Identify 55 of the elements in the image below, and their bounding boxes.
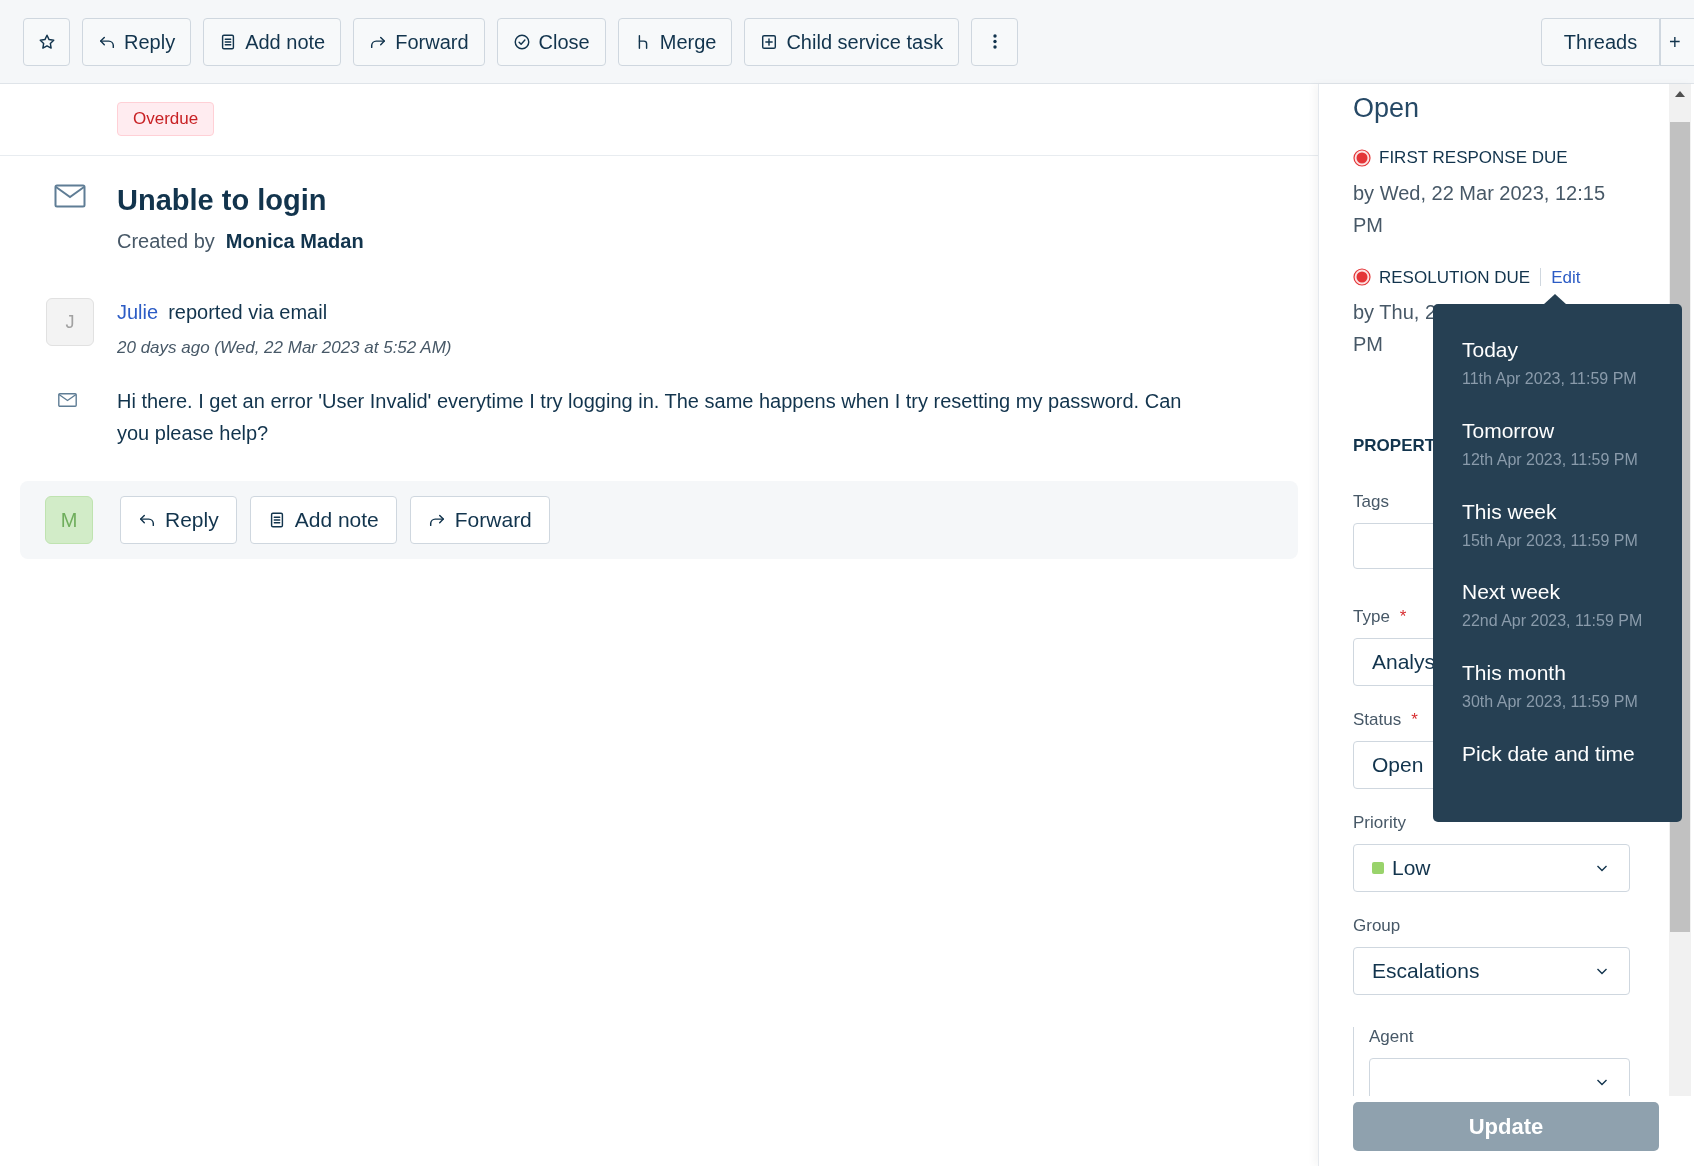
created-by-label: Created by bbox=[117, 229, 215, 254]
menu-item[interactable]: Pick date and time bbox=[1462, 741, 1682, 822]
toolbar-button[interactable]: Forward bbox=[353, 17, 485, 66]
toolbar-button[interactable]: Add note bbox=[249, 495, 397, 544]
mail-icon bbox=[58, 392, 77, 407]
mail-icon bbox=[54, 184, 86, 208]
avatar: M bbox=[45, 495, 93, 544]
due-date-text: PM bbox=[1353, 332, 1383, 357]
section-heading: PROPERT bbox=[1353, 436, 1436, 456]
menu-item[interactable]: Next week 22nd Apr 2023, 11:59 PM bbox=[1462, 579, 1682, 661]
toolbar-button[interactable]: Reply bbox=[82, 17, 192, 66]
overdue-dot-icon bbox=[1353, 148, 1371, 167]
toolbar-button[interactable]: Add note bbox=[203, 17, 342, 66]
message-body: Hi there. I get an error 'User Invalid' everytime I try logging in. The same happens when I try resetting my password. Can you please help? bbox=[117, 388, 1183, 446]
edit-link[interactable]: Edit bbox=[1551, 264, 1581, 290]
star-button[interactable] bbox=[23, 17, 70, 66]
menu-item[interactable]: This month 30th Apr 2023, 11:59 PM bbox=[1462, 660, 1682, 742]
more-icon bbox=[992, 34, 997, 49]
toolbar-button[interactable]: Reply bbox=[120, 495, 237, 544]
toolbar-button[interactable]: Forward bbox=[409, 495, 550, 544]
due-date-text: PM bbox=[1353, 212, 1383, 238]
field-label: Group bbox=[1353, 916, 1401, 936]
field-label: Agent bbox=[1369, 1027, 1414, 1047]
required-mark: * bbox=[1411, 710, 1418, 730]
check-circle-icon bbox=[512, 32, 531, 51]
field-label: Tags bbox=[1353, 492, 1389, 512]
required-mark: * bbox=[1399, 607, 1407, 627]
toolbar-button[interactable]: Child service task bbox=[744, 17, 960, 66]
reported-via-text: reported via email bbox=[168, 300, 328, 325]
sla-label: RESOLUTION DUE bbox=[1379, 266, 1531, 289]
plus-square-icon bbox=[760, 32, 779, 51]
menu-item[interactable]: Tomorrow 12th Apr 2023, 11:59 PM bbox=[1462, 417, 1682, 499]
menu-item[interactable]: Today 11th Apr 2023, 11:59 PM bbox=[1462, 337, 1682, 418]
field-label: Type bbox=[1353, 607, 1390, 627]
due-date-text: by Wed, 22 Mar 2023, 12:15 bbox=[1353, 180, 1605, 206]
field-label: Status bbox=[1353, 710, 1402, 730]
timestamp: 20 days ago (Wed, 22 Mar 2023 at 5:52 AM) bbox=[117, 337, 452, 359]
field-label: Priority bbox=[1353, 813, 1406, 833]
avatar: J bbox=[46, 298, 94, 346]
creator-name: Monica Madan bbox=[225, 229, 364, 254]
select-field[interactable]: Low bbox=[1353, 844, 1630, 892]
threads-button[interactable]: Threads bbox=[1541, 18, 1660, 66]
ticket-title: Unable to login bbox=[117, 183, 328, 218]
menu-item[interactable]: This week 15th Apr 2023, 11:59 PM bbox=[1462, 498, 1682, 580]
star-icon bbox=[37, 32, 56, 51]
sla-label: FIRST RESPONSE DUE bbox=[1379, 147, 1568, 169]
status-heading: Open bbox=[1353, 92, 1421, 125]
scroll-up-icon[interactable] bbox=[1674, 90, 1686, 98]
select-field[interactable]: Escalations bbox=[1353, 947, 1630, 995]
toolbar-button[interactable]: Merge bbox=[617, 17, 733, 66]
author-link[interactable]: Julie bbox=[117, 297, 159, 327]
add-button[interactable]: + bbox=[1660, 18, 1694, 66]
overdue-badge: Overdue bbox=[117, 102, 215, 136]
toolbar-button[interactable]: Close bbox=[496, 17, 606, 66]
overdue-dot-icon bbox=[1353, 268, 1371, 287]
